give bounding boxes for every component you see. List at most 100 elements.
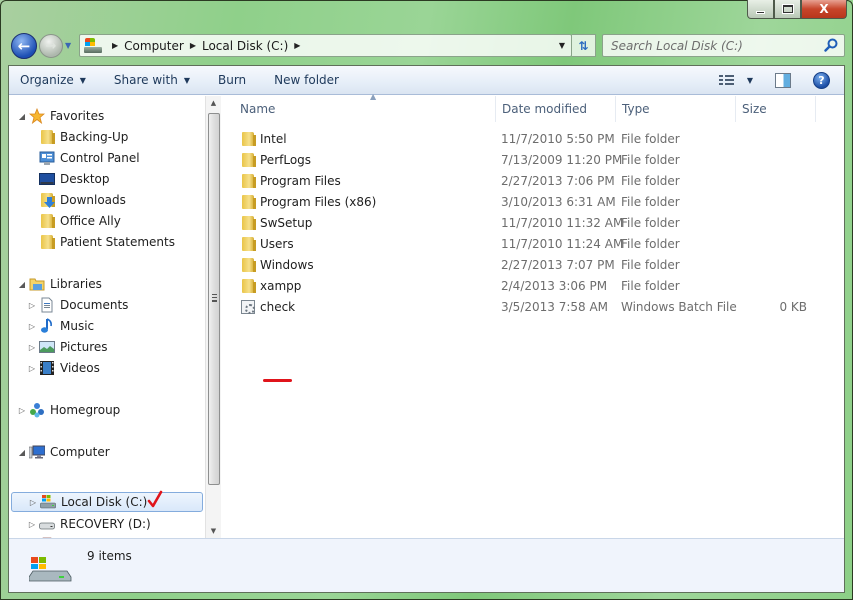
breadcrumb-computer[interactable]: Computer	[124, 39, 184, 53]
refresh-button[interactable]: ⇅	[572, 34, 596, 57]
column-header-size[interactable]: Size	[736, 96, 816, 122]
back-button[interactable]: ←	[11, 33, 37, 59]
file-name[interactable]: Program Files (x86)	[240, 191, 376, 212]
file-row[interactable]: xampp 2/4/2013 3:06 PM File folder	[222, 275, 842, 296]
tree-label: Documents	[60, 298, 129, 312]
tree-item-patient-statements[interactable]: Patient Statements	[39, 232, 175, 252]
collapsed-arrow-icon[interactable]: ▷	[27, 322, 37, 331]
collapsed-arrow-icon[interactable]: ▷	[27, 364, 37, 373]
navigation-pane: ◢ Favorites Backing-Up Control Panel Des…	[9, 96, 221, 553]
tree-favorites[interactable]: ◢ Favorites	[17, 106, 104, 126]
file-list: Name ▲ Date modified Type Size Intel 11/7/…	[222, 92, 844, 539]
tree-item-office-ally[interactable]: Office Ally	[39, 211, 121, 231]
search-icon[interactable]	[824, 38, 838, 52]
forward-button[interactable]: →	[39, 34, 63, 58]
file-name[interactable]: check	[240, 296, 295, 317]
expanded-arrow-icon[interactable]: ◢	[17, 280, 27, 289]
minimize-button[interactable]	[747, 0, 774, 19]
collapsed-arrow-icon[interactable]: ▷	[17, 406, 27, 415]
maximize-button[interactable]	[774, 0, 801, 19]
new-folder-label: New folder	[274, 73, 339, 87]
breadcrumb-local-disk[interactable]: Local Disk (C:)	[202, 39, 288, 53]
address-dropdown-icon[interactable]: ▼	[559, 41, 565, 50]
file-name[interactable]: PerfLogs	[240, 149, 311, 170]
file-name[interactable]: Windows	[240, 254, 314, 275]
file-name[interactable]: Users	[240, 233, 294, 254]
expanded-arrow-icon[interactable]: ◢	[17, 112, 27, 121]
preview-pane-button[interactable]	[775, 73, 791, 88]
chevron-down-icon[interactable]: ▼	[747, 76, 753, 85]
tree-libraries[interactable]: ◢ Libraries	[17, 274, 102, 294]
share-with-button[interactable]: Share with ▼	[107, 69, 197, 91]
file-row[interactable]: Windows 2/27/2013 7:07 PM File folder	[222, 254, 842, 275]
file-row[interactable]: check 3/5/2013 7:58 AM Windows Batch File 0…	[222, 296, 842, 317]
recent-pages-dropdown[interactable]: ▼	[65, 41, 75, 51]
scroll-down-icon[interactable]: ▼	[206, 524, 221, 539]
file-row[interactable]: Program Files 2/27/2013 7:06 PM File folde…	[222, 170, 842, 191]
file-date: 3/5/2013 7:58 AM	[501, 299, 609, 314]
libraries-icon	[29, 276, 45, 292]
breadcrumb-separator-icon[interactable]: ▶	[190, 41, 196, 50]
file-name-text: check	[260, 299, 296, 314]
file-size	[741, 170, 807, 191]
scrollbar-thumb[interactable]	[208, 113, 220, 485]
close-button[interactable]: X	[801, 0, 847, 19]
file-row[interactable]: Users 11/7/2010 11:24 AM File folder	[222, 233, 842, 254]
help-button[interactable]: ?	[813, 72, 830, 89]
change-view-button[interactable]: ▼	[718, 74, 753, 87]
file-name[interactable]: Program Files	[240, 170, 341, 191]
new-folder-button[interactable]: New folder	[267, 69, 346, 91]
toolbar-right: ▼ ?	[711, 66, 844, 95]
file-name[interactable]: SwSetup	[240, 212, 312, 233]
file-name[interactable]: Intel	[240, 128, 287, 149]
file-row[interactable]: PerfLogs 7/13/2009 11:20 PM File folder	[222, 149, 842, 170]
folder-icon	[39, 234, 55, 250]
breadcrumb-separator-icon[interactable]: ▶	[294, 41, 300, 50]
tree-label: Favorites	[50, 109, 105, 123]
tree-item-music[interactable]: ▷ Music	[27, 316, 94, 336]
address-bar[interactable]: ▶ Computer ▶ Local Disk (C:) ▶ ▼	[79, 34, 572, 57]
nav-pane-scrollbar[interactable]: ▲ ▼	[205, 96, 221, 539]
collapsed-arrow-icon[interactable]: ▷	[28, 498, 38, 507]
collapsed-arrow-icon[interactable]: ▷	[27, 343, 37, 352]
tree-item-backing-up[interactable]: Backing-Up	[39, 127, 128, 147]
tree-item-local-disk-c[interactable]: ▷ Local Disk (C:)	[11, 492, 203, 512]
file-row[interactable]: SwSetup 11/7/2010 11:32 AM File folder	[222, 212, 842, 233]
tree-item-pictures[interactable]: ▷ Pictures	[27, 337, 108, 357]
column-header-name[interactable]: Name ▲	[234, 92, 496, 122]
command-bar: Organize ▼ Share with ▼ Burn New folder ▼ …	[9, 66, 844, 95]
file-date: 7/13/2009 11:20 PM	[501, 152, 623, 167]
file-type: File folder	[621, 215, 680, 230]
breadcrumb-separator-icon[interactable]: ▶	[112, 41, 118, 50]
tree-homegroup[interactable]: ▷ Homegroup	[17, 400, 120, 420]
tree-item-desktop[interactable]: Desktop	[39, 169, 110, 189]
close-icon: X	[819, 2, 829, 16]
views-icon	[718, 74, 735, 87]
file-type: File folder	[621, 257, 680, 272]
search-input[interactable]	[611, 38, 821, 53]
scroll-up-icon[interactable]: ▲	[206, 96, 221, 111]
column-header-date[interactable]: Date modified	[496, 96, 616, 122]
tree-item-downloads[interactable]: Downloads	[39, 190, 126, 210]
help-icon: ?	[813, 72, 830, 89]
control-panel-icon	[39, 150, 55, 166]
local-disk-icon	[40, 494, 56, 510]
tree-item-control-panel[interactable]: Control Panel	[39, 148, 140, 168]
file-row[interactable]: Intel 11/7/2010 5:50 PM File folder	[222, 128, 842, 149]
folder-icon	[39, 213, 55, 229]
search-box[interactable]	[602, 34, 845, 57]
tree-item-recovery-d[interactable]: ▷ RECOVERY (D:)	[27, 514, 151, 534]
column-header-type[interactable]: Type	[616, 96, 736, 122]
burn-button[interactable]: Burn	[211, 69, 253, 91]
tree-item-documents[interactable]: ▷ Documents	[27, 295, 128, 315]
tree-computer[interactable]: ◢ Computer	[17, 442, 110, 462]
tree-item-videos[interactable]: ▷ Videos	[27, 358, 100, 378]
collapsed-arrow-icon[interactable]: ▷	[27, 301, 37, 310]
file-name[interactable]: xampp	[240, 275, 301, 296]
expanded-arrow-icon[interactable]: ◢	[17, 448, 27, 457]
organize-button[interactable]: Organize ▼	[13, 69, 93, 91]
collapsed-arrow-icon[interactable]: ▷	[27, 520, 37, 529]
tree-label: Pictures	[60, 340, 108, 354]
file-row[interactable]: Program Files (x86) 3/10/2013 6:31 AM File…	[222, 191, 842, 212]
refresh-icon: ⇅	[578, 38, 589, 53]
